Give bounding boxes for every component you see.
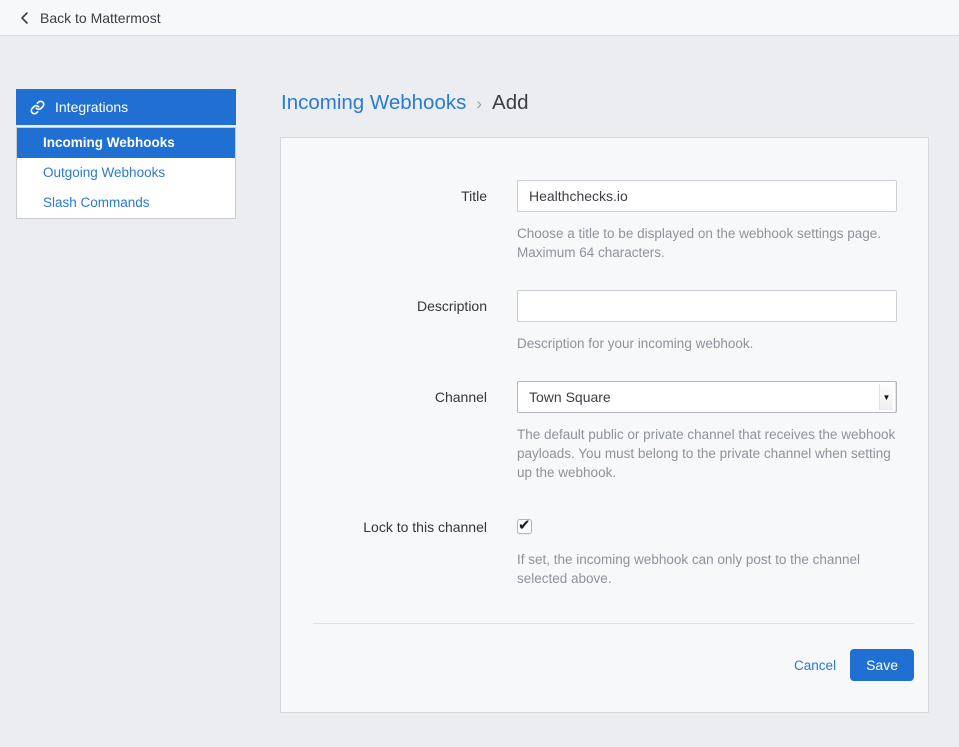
sidebar-item-slash-commands[interactable]: Slash Commands [17,188,235,218]
integrations-sidebar: Integrations Incoming Webhooks Outgoing … [16,89,236,219]
channel-help-text: The default public or private channel th… [517,427,896,480]
description-row: Description Description for your incomin… [281,290,928,353]
lock-checkbox[interactable]: ✔ [517,517,532,534]
breadcrumb-incoming-webhooks-link[interactable]: Incoming Webhooks [281,89,466,117]
form-footer: Cancel Save [313,623,914,681]
channel-select[interactable]: Town Square ▼ [517,381,897,413]
sidebar-header-integrations[interactable]: Integrations [16,89,236,125]
sidebar-header-label: Integrations [55,99,129,115]
description-label: Description [416,298,487,314]
back-to-mattermost-button[interactable]: Back to Mattermost [0,0,959,36]
lock-row: Lock to this channel ✔ If set, the incom… [281,517,928,588]
description-input[interactable] [517,290,897,322]
title-row: Title Choose a title to be displayed on … [281,180,928,262]
breadcrumb: Incoming Webhooks › Add [281,88,529,118]
lock-help-text: If set, the incoming webhook can only po… [517,552,860,586]
select-caret-icon: ▼ [879,384,893,410]
lock-label: Lock to this channel [363,519,487,535]
check-icon: ✔ [518,517,531,534]
breadcrumb-current: Add [492,91,529,114]
title-label: Title [461,188,487,204]
description-help-text: Description for your incoming webhook. [517,336,754,351]
sidebar-item-incoming-webhooks[interactable]: Incoming Webhooks [17,128,235,158]
link-icon [30,100,45,115]
back-to-mattermost-label: Back to Mattermost [40,9,161,26]
cancel-button[interactable]: Cancel [794,658,836,673]
add-incoming-webhook-panel: Title Choose a title to be displayed on … [280,137,929,713]
sidebar-list: Incoming Webhooks Outgoing Webhooks Slas… [16,127,236,219]
sidebar-item-outgoing-webhooks[interactable]: Outgoing Webhooks [17,158,235,188]
channel-row: Channel Town Square ▼ The default public… [281,381,928,482]
channel-label: Channel [434,389,487,405]
breadcrumb-separator-icon: › [476,94,483,113]
channel-selected-value: Town Square [529,389,611,405]
title-help-text: Choose a title to be displayed on the we… [517,226,881,260]
chevron-left-icon [19,11,31,25]
title-input[interactable] [517,180,897,212]
save-button[interactable]: Save [850,649,914,681]
